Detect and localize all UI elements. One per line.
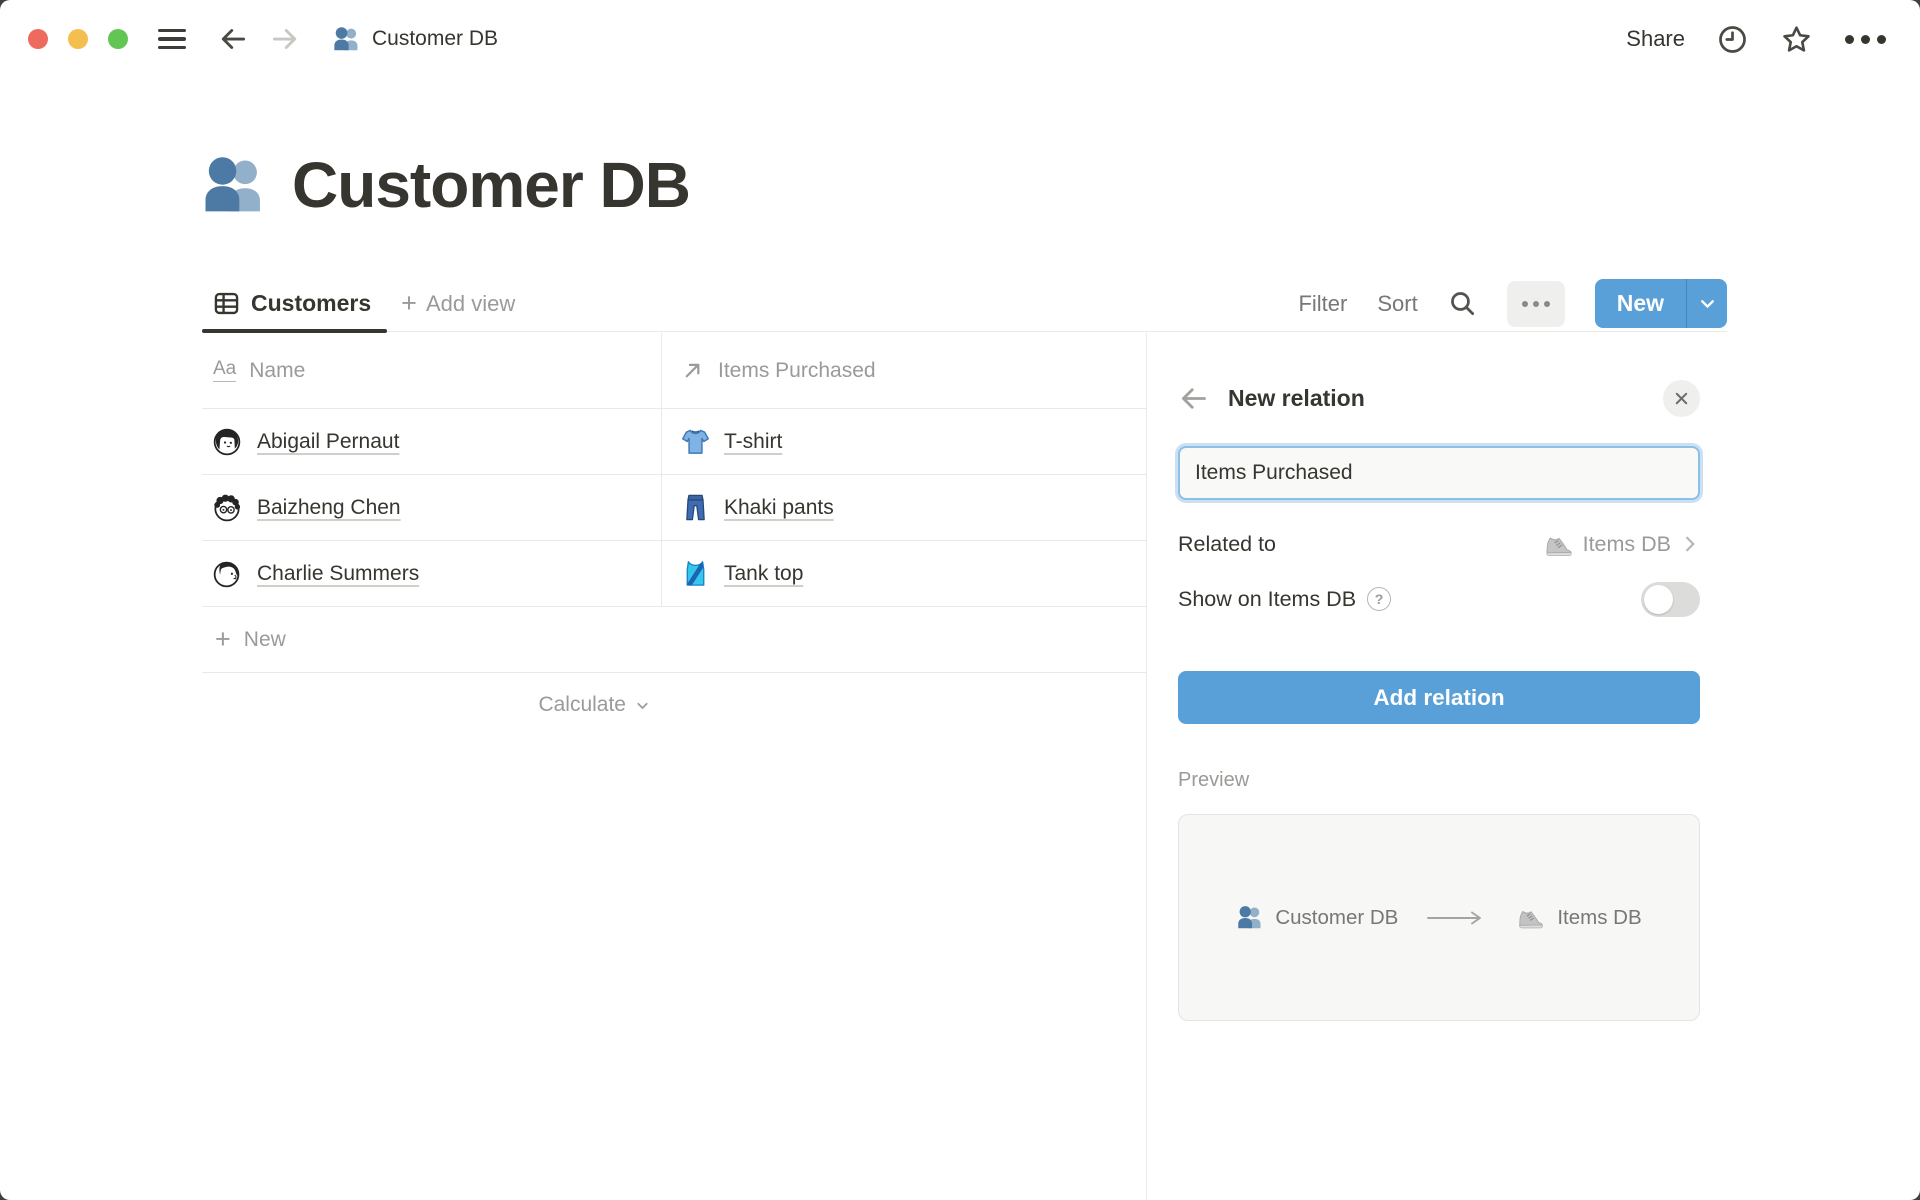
new-relation-panel: New relation Related to Items DB Show xyxy=(1147,333,1920,1200)
row-name-cell[interactable]: Baizheng Chen xyxy=(202,475,661,540)
more-options-icon[interactable] xyxy=(1845,35,1886,44)
panel-close-button[interactable] xyxy=(1663,380,1700,417)
row-name-cell[interactable]: Charlie Summers xyxy=(202,541,661,606)
panel-title: New relation xyxy=(1228,385,1365,412)
view-toolbar: Customers + Add view Filter Sort New xyxy=(202,276,1727,332)
preview-box: Customer DB Items DB xyxy=(1178,814,1700,1021)
toggle-knob xyxy=(1644,585,1673,614)
tab-customers[interactable]: Customers xyxy=(202,276,387,331)
relation-link: Khaki pants xyxy=(724,496,834,520)
busts-in-silhouette-icon xyxy=(1236,904,1263,931)
relation-link: T-shirt xyxy=(724,430,782,454)
related-to-label: Related to xyxy=(1178,532,1276,557)
help-icon[interactable]: ? xyxy=(1367,587,1391,611)
running-shirt-icon xyxy=(680,558,711,589)
preview-source-label: Customer DB xyxy=(1275,906,1398,930)
related-to-row[interactable]: Related to Items DB xyxy=(1178,521,1700,567)
chevron-right-icon xyxy=(1680,534,1700,554)
new-row-button[interactable]: + New xyxy=(202,607,1147,673)
calculate-label: Calculate xyxy=(538,693,626,717)
new-row-label: New xyxy=(244,628,286,652)
view-options-icon[interactable] xyxy=(1507,281,1565,327)
row-name-link: Charlie Summers xyxy=(257,562,419,586)
tab-label: Customers xyxy=(251,290,371,317)
column-header-name[interactable]: Aa Name xyxy=(202,333,661,408)
share-button[interactable]: Share xyxy=(1626,26,1685,52)
table-row: Abigail Pernaut T-shirt xyxy=(202,409,1147,475)
relation-link: Tank top xyxy=(724,562,803,586)
page-icon-busts-in-silhouette[interactable] xyxy=(200,152,266,218)
running-shoe-icon xyxy=(1543,529,1574,560)
favorite-star-icon[interactable] xyxy=(1780,23,1813,56)
breadcrumb-title: Customer DB xyxy=(372,27,498,51)
related-to-value: Items DB xyxy=(1583,532,1671,557)
jeans-icon xyxy=(680,492,711,523)
close-icon xyxy=(1672,389,1691,408)
avatar-man-curly-glasses xyxy=(213,494,241,522)
notion-window: Customer DB Share Customer DB Customers … xyxy=(0,0,1920,1200)
show-on-label: Show on Items DB xyxy=(1178,587,1356,612)
close-window-button[interactable] xyxy=(28,29,48,49)
t-shirt-icon xyxy=(680,426,711,457)
table-header-row: Aa Name Items Purchased xyxy=(202,333,1147,409)
show-on-row: Show on Items DB ? xyxy=(1178,576,1700,622)
filter-button[interactable]: Filter xyxy=(1298,291,1347,317)
row-name-cell[interactable]: Abigail Pernaut xyxy=(202,409,661,474)
window-controls xyxy=(28,29,128,49)
add-view-button[interactable]: + Add view xyxy=(401,290,515,317)
chevron-down-icon xyxy=(1697,293,1718,314)
busts-in-silhouette-icon xyxy=(332,25,360,53)
zoom-window-button[interactable] xyxy=(108,29,128,49)
avatar-person-profile xyxy=(213,560,241,588)
panel-back-icon[interactable] xyxy=(1178,383,1209,414)
sort-button[interactable]: Sort xyxy=(1377,291,1417,317)
minimize-window-button[interactable] xyxy=(68,29,88,49)
show-on-toggle[interactable] xyxy=(1641,582,1700,617)
search-icon[interactable] xyxy=(1448,289,1477,318)
forward-icon[interactable] xyxy=(270,24,300,54)
titlebar: Customer DB Share xyxy=(0,0,1920,78)
preview-target-label: Items DB xyxy=(1557,906,1641,930)
add-relation-label: Add relation xyxy=(1373,685,1504,711)
updates-clock-icon[interactable] xyxy=(1717,24,1748,55)
page-header: Customer DB xyxy=(200,148,690,222)
plus-icon: + xyxy=(215,626,231,653)
table-row: Baizheng Chen Khaki pants xyxy=(202,475,1147,541)
chevron-down-icon xyxy=(634,697,651,714)
running-shoe-icon xyxy=(1516,903,1545,932)
page-title: Customer DB xyxy=(292,148,690,222)
table-view: Aa Name Items Purchased Abigail Pernaut xyxy=(0,333,1147,1200)
title-property-icon: Aa xyxy=(213,359,236,382)
column-label: Items Purchased xyxy=(718,359,876,383)
table-view-icon xyxy=(213,290,240,317)
new-button[interactable]: New xyxy=(1595,279,1686,328)
avatar-woman-bob xyxy=(213,428,241,456)
calculate-button[interactable]: Calculate xyxy=(202,673,661,737)
row-name-link: Baizheng Chen xyxy=(257,496,401,520)
relation-name-input[interactable] xyxy=(1178,446,1700,500)
table-row: Charlie Summers Tank top xyxy=(202,541,1147,607)
sidebar-menu-icon[interactable] xyxy=(158,29,186,50)
plus-icon: + xyxy=(401,290,417,317)
row-relation-cell[interactable]: Tank top xyxy=(661,541,1147,606)
relation-arrow-icon xyxy=(1426,909,1488,927)
row-relation-cell[interactable]: Khaki pants xyxy=(661,475,1147,540)
column-label: Name xyxy=(249,359,305,383)
add-view-label: Add view xyxy=(426,291,515,317)
relation-property-icon xyxy=(680,358,705,383)
back-icon[interactable] xyxy=(218,24,248,54)
preview-label: Preview xyxy=(1178,769,1700,792)
breadcrumb[interactable]: Customer DB xyxy=(332,25,498,53)
column-header-items-purchased[interactable]: Items Purchased xyxy=(661,333,1147,408)
row-relation-cell[interactable]: T-shirt xyxy=(661,409,1147,474)
row-name-link: Abigail Pernaut xyxy=(257,430,399,454)
add-relation-button[interactable]: Add relation xyxy=(1178,671,1700,724)
new-button-dropdown[interactable] xyxy=(1686,279,1727,328)
new-record-split-button: New xyxy=(1595,279,1727,328)
